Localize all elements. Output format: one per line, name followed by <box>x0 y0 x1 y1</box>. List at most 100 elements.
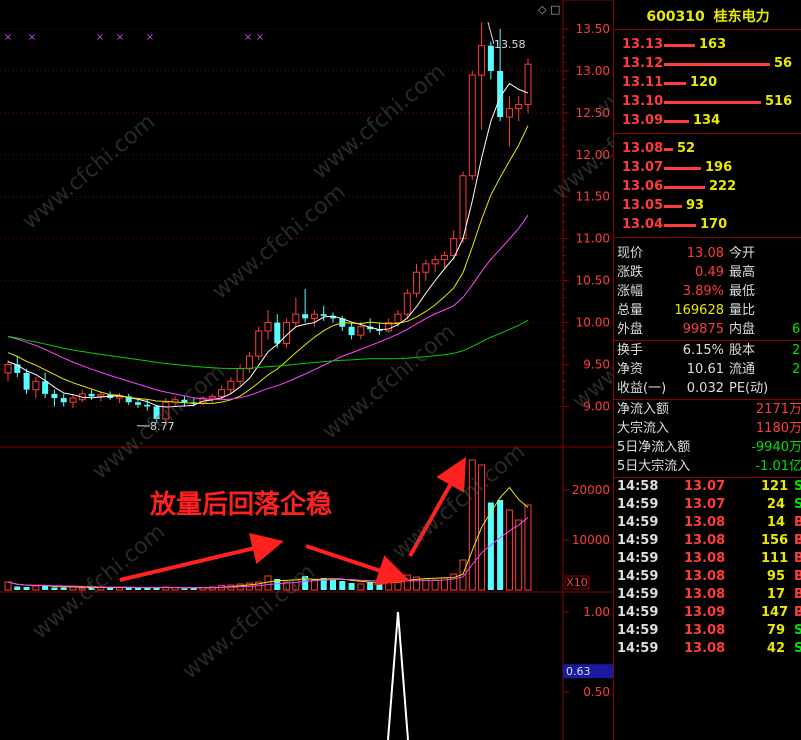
order-book-bid-row[interactable]: 13.08 52 <box>614 140 801 158</box>
quote-value: 6.15% <box>682 343 724 358</box>
order-book-bid-row[interactable]: 13.06 222 <box>614 178 801 196</box>
candle-body <box>487 45 494 71</box>
volume-bar <box>4 581 12 591</box>
trade-row[interactable]: 14:59 13.08 79 S <box>614 622 801 640</box>
order-book-ask-row[interactable]: 13.10 516 <box>614 93 801 111</box>
stock-name: 桂东电力 <box>713 9 770 25</box>
trade-row[interactable]: 14:59 13.08 14 B <box>614 514 801 532</box>
kline-chart-area[interactable]: 13.50 13.00 12.50 12.00 11.50 11.00 10.50 10.00… <box>0 0 613 740</box>
quote-row: 涨跌 0.49 最高 <box>614 264 801 282</box>
order-book-ask-row[interactable]: 13.12 56 <box>614 55 801 73</box>
volume-bar <box>431 579 439 591</box>
trade-time: 14:58 <box>617 479 659 494</box>
quote-row: 外盘 99875 内盘 6 <box>614 321 801 339</box>
candle-body <box>236 368 244 382</box>
trade-row[interactable]: 14:58 13.07 121 S <box>614 478 801 496</box>
trade-volume: 147 <box>761 605 789 620</box>
candle-body <box>4 364 12 374</box>
order-book-ask-row[interactable]: 13.11 120 <box>614 74 801 92</box>
trade-row[interactable]: 14:59 13.08 95 B <box>614 568 801 586</box>
candle-body <box>440 254 448 261</box>
money-flow-row: 净流入额 2171万 <box>614 401 801 419</box>
trade-time: 14:59 <box>617 569 659 584</box>
volume-bar <box>181 588 188 590</box>
price-tick-label: 10.50 <box>576 274 610 288</box>
order-volume: 163 <box>699 37 727 52</box>
volume-bar <box>60 587 67 590</box>
price-tick-label: 13.50 <box>576 22 610 36</box>
trade-price: 13.08 <box>684 515 726 530</box>
quote-value: 13.08 <box>686 246 724 261</box>
order-price: 13.06 <box>622 179 664 194</box>
candle-body <box>478 45 486 76</box>
order-volume-bar <box>664 82 686 85</box>
order-book-ask-row[interactable]: 13.13 163 <box>614 36 801 54</box>
quote-divider <box>614 399 801 400</box>
trade-row[interactable]: 14:59 13.08 156 B <box>614 532 801 550</box>
kline-chart[interactable]: 13.5013.0012.5012.0011.5011.0010.5010.00… <box>0 0 613 740</box>
quote-row: 净资 10.61 流通 2 <box>614 361 801 379</box>
order-volume: 93 <box>686 198 705 213</box>
quote-value: 2 <box>792 362 801 377</box>
trade-side: B <box>794 586 801 604</box>
watermark: www.cfchi.com <box>18 109 160 234</box>
order-book-divider <box>614 237 801 238</box>
trade-volume: 24 <box>766 497 785 512</box>
quote-value: 3.89% <box>682 284 724 299</box>
volume-bar <box>403 574 411 591</box>
trade-row[interactable]: 14:59 13.08 17 B <box>614 586 801 604</box>
trade-row[interactable]: 14:59 13.07 24 S <box>614 496 801 514</box>
watermark: www.cfchi.com <box>308 59 450 184</box>
trade-volume: 79 <box>766 623 785 638</box>
trade-side: S <box>794 640 801 658</box>
money-flow-row: 5日净流入额 -9940万 <box>614 439 801 457</box>
volume-bar <box>497 500 504 590</box>
order-book-bid-row[interactable]: 13.04 170 <box>614 216 801 234</box>
volume-bar <box>330 580 336 590</box>
watermark: www.cfchi.com <box>178 559 320 684</box>
order-price: 13.12 <box>622 56 664 71</box>
order-book-divider <box>614 133 801 134</box>
candle-body <box>32 380 40 391</box>
volume-bar <box>376 583 383 590</box>
order-book-ask-row[interactable]: 13.09 134 <box>614 112 801 130</box>
candle-body <box>302 314 309 319</box>
candle-body <box>69 397 77 403</box>
order-volume-bar <box>664 44 695 47</box>
order-book-bid-row[interactable]: 13.05 93 <box>614 197 801 215</box>
order-volume-bar <box>664 167 701 170</box>
candle-body <box>422 263 430 273</box>
flow-value: -9940万 <box>751 440 801 455</box>
money-flow-row: 5日大宗流入 -1.01亿 <box>614 458 801 476</box>
order-volume-bar <box>664 101 761 104</box>
trade-volume: 156 <box>761 533 789 548</box>
volume-tick-label: 10000 <box>572 533 610 547</box>
price-tick-label: 11.50 <box>576 190 610 204</box>
trade-price: 13.07 <box>684 497 726 512</box>
volume-bar <box>339 581 346 590</box>
order-book-bid-row[interactable]: 13.07 196 <box>614 159 801 177</box>
volume-bar <box>32 585 40 591</box>
indicator-spike-line <box>387 611 409 740</box>
candle-body <box>88 393 95 397</box>
order-price: 13.05 <box>622 198 664 213</box>
quote-label: 内盘 <box>729 322 756 337</box>
flow-label: 大宗流入 <box>617 421 670 436</box>
annotation-arrow <box>305 544 410 586</box>
candle-body <box>403 292 411 315</box>
trade-time: 14:59 <box>617 623 659 638</box>
quote-label: 流通 <box>729 362 756 377</box>
candle-body <box>357 326 365 336</box>
volume-bar <box>23 587 30 590</box>
trade-row[interactable]: 14:59 13.08 42 S <box>614 640 801 658</box>
signal-marker: × <box>116 32 124 43</box>
order-price: 13.09 <box>622 113 664 128</box>
trade-row[interactable]: 14:59 13.09 147 B <box>614 604 801 622</box>
quote-label: PE(动) <box>729 381 769 396</box>
stock-code: 600310 <box>646 9 705 25</box>
trade-row[interactable]: 14:59 13.08 111 B <box>614 550 801 568</box>
volume-bar <box>144 588 151 590</box>
trade-time: 14:59 <box>617 605 659 620</box>
watermark: www.cfchi.com <box>88 359 230 484</box>
watermark: www.cfchi.com <box>208 179 350 304</box>
